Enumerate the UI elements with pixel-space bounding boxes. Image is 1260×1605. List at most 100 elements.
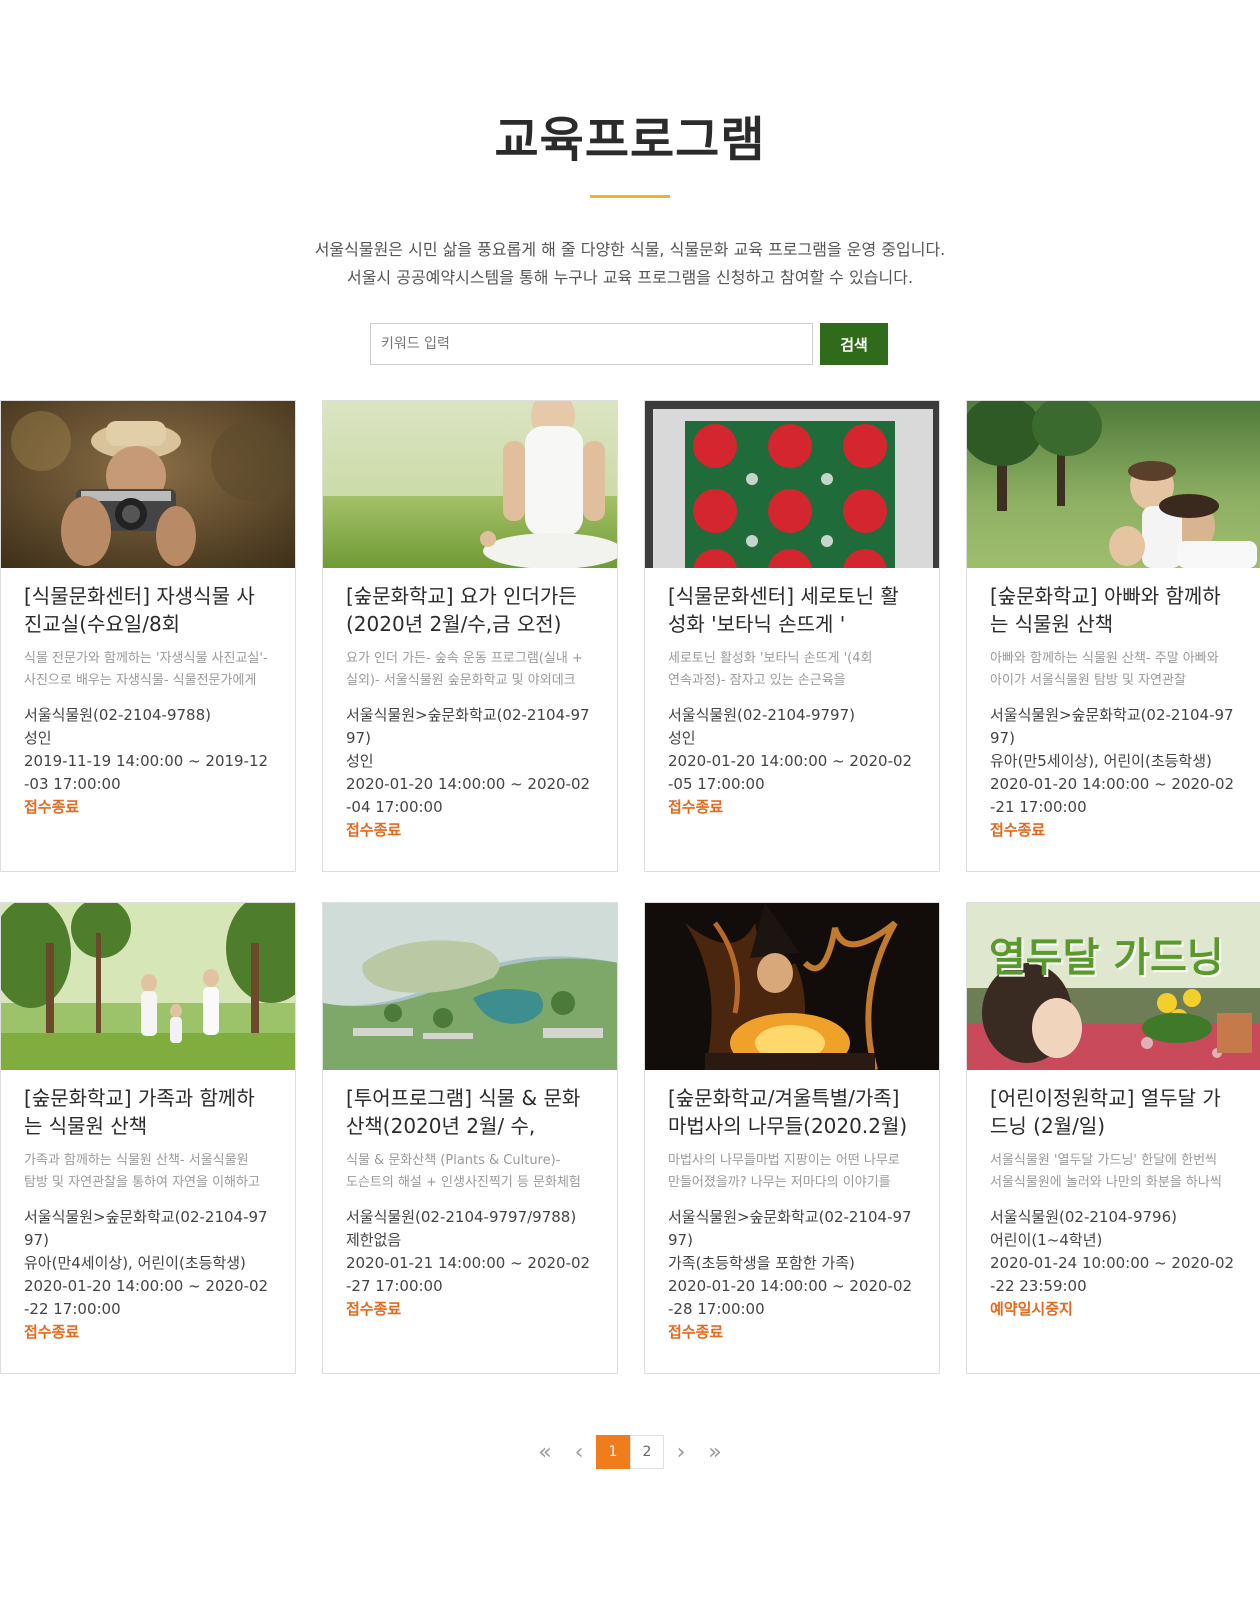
program-meta: 서울식물원>숲문화학교(02-2104-9797) 유아(만4세이상), 어린이… [24,1206,272,1344]
program-thumbnail[interactable] [645,401,939,568]
program-target: 성인 [346,752,374,770]
program-status: 접수종료 [668,1323,724,1341]
program-target: 유아(만4세이상), 어린이(초등학생) [24,1254,246,1272]
program-info: [투어프로그램] 식물 & 문화산책(2020년 2월/ 수, 식물 & 문화산… [323,1070,617,1321]
search-bar: 검색 [370,323,888,365]
search-button[interactable]: 검색 [820,323,888,365]
program-info: [숲문화학교] 요가 인더가든 (2020년 2월/수,금 오전) 요가 인더 … [323,568,617,842]
intro-line-2: 서울시 공공예약시스템을 통해 누구나 교육 프로그램을 신청하고 참여할 수 … [346,268,914,287]
park-aerial-view-photo [323,903,617,1070]
program-thumbnail[interactable] [645,903,939,1070]
program-thumbnail[interactable] [323,401,617,568]
program-target: 성인 [668,729,696,747]
program-thumbnail[interactable]: 열두달 가드닝 [967,903,1260,1070]
page-number[interactable]: 2 [630,1435,664,1469]
program-description-line: 식물 & 문화산책 (Plants & Culture)- [346,1153,561,1168]
program-description-line: 식물 전문가와 함께하는 '자생식물 사진교실'- [24,651,268,666]
program-status: 접수종료 [24,798,80,816]
program-period: 2020-01-20 14:00:00 ~ 2020-02-21 17:00:0… [990,775,1235,816]
program-description-line: 세로토닌 활성화 '보타닉 손뜨게 '(4회 [668,651,873,666]
program-card[interactable]: [숲문화학교] 요가 인더가든 (2020년 2월/수,금 오전) 요가 인더 … [322,400,618,872]
program-description-line: 서울식물원에 놀러와 나만의 화분을 하나씩 [990,1175,1222,1190]
program-card[interactable]: [숲문화학교] 가족과 함께하는 식물원 산책 가족과 함께하는 식물원 산책-… [0,902,296,1374]
program-contact: 서울식물원(02-2104-9796) [990,1208,1177,1226]
program-meta: 서울식물원(02-2104-9796) 어린이(1~4학년) 2020-01-2… [990,1206,1238,1321]
program-title[interactable]: [숲문화학교/겨울특별/가족] 마법사의 나무들(2020.2월) [668,1084,916,1140]
program-period: 2019-11-19 14:00:00 ~ 2019-12-03 17:00:0… [24,752,269,793]
program-thumbnail[interactable] [1,401,295,568]
program-period: 2020-01-20 14:00:00 ~ 2020-02-22 17:00:0… [24,1277,269,1318]
program-meta: 서울식물원>숲문화학교(02-2104-9797) 성인 2020-01-20 … [346,704,594,842]
yoga-on-grass-photo [323,401,617,568]
search-input[interactable] [370,323,813,365]
program-card[interactable]: 열두달 가드닝 [어린이정원학교] 열두달 가드닝 (2월/일) 서울식물원 '… [966,902,1260,1374]
program-status: 접수종료 [24,1323,80,1341]
program-description-line: 만들어졌을까? 나무는 저마다의 이야기를 [668,1175,891,1190]
program-description: 마법사의 나무들마법 지팡이는 어떤 나무로 만들어졌을까? 나무는 저마다의 … [668,1150,916,1194]
program-title[interactable]: [어린이정원학교] 열두달 가드닝 (2월/일) [990,1084,1238,1140]
program-contact: 서울식물원>숲문화학교(02-2104-9797) [990,706,1234,747]
program-title[interactable]: [식물문화센터] 세로토닌 활성화 '보타닉 손뜨게 ' [668,582,916,638]
last-page-icon[interactable]: » [698,1435,732,1469]
program-description-line: 사진으로 배우는 자생식물- 식물전문가에게 [24,673,257,688]
program-card[interactable]: [식물문화센터] 자생식물 사진교실(수요일/8회 식물 전문가와 함께하는 '… [0,400,296,872]
next-page-icon[interactable]: › [664,1435,698,1469]
program-card[interactable]: [숲문화학교/겨울특별/가족] 마법사의 나무들(2020.2월) 마법사의 나… [644,902,940,1374]
program-contact: 서울식물원>숲문화학교(02-2104-9797) [346,706,590,747]
pagination: « ‹ 1 2 › » [0,1435,1260,1469]
father-and-kids-photo [967,401,1260,568]
program-description: 식물 & 문화산책 (Plants & Culture)- 도슨트의 해설 + … [346,1150,594,1194]
program-card[interactable]: [식물문화센터] 세로토닌 활성화 '보타닉 손뜨게 ' 세로토닌 활성화 '보… [644,400,940,872]
program-period: 2020-01-21 14:00:00 ~ 2020-02-27 17:00:0… [346,1254,591,1295]
program-target: 제한없음 [346,1231,402,1249]
program-description-line: 마법사의 나무들마법 지팡이는 어떤 나무로 [668,1153,900,1168]
program-info: [숲문화학교/겨울특별/가족] 마법사의 나무들(2020.2월) 마법사의 나… [645,1070,939,1344]
page-number-current[interactable]: 1 [596,1435,630,1469]
program-target: 유아(만5세이상), 어린이(초등학생) [990,752,1212,770]
program-contact: 서울식물원(02-2104-9797/9788) [346,1208,577,1226]
first-page-icon[interactable]: « [528,1435,562,1469]
program-info: [숲문화학교] 아빠와 함께하는 식물원 산책 아빠와 함께하는 식물원 산책-… [967,568,1260,842]
program-info: [식물문화센터] 자생식물 사진교실(수요일/8회 식물 전문가와 함께하는 '… [1,568,295,819]
wizard-fire-photo [645,903,939,1070]
program-period: 2020-01-20 14:00:00 ~ 2020-02-04 17:00:0… [346,775,591,816]
page-title: 교육프로그램 [494,112,766,168]
program-meta: 서울식물원(02-2104-9797/9788) 제한없음 2020-01-21… [346,1206,594,1321]
prev-page-icon[interactable]: ‹ [562,1435,596,1469]
program-status: 접수종료 [346,821,402,839]
program-status: 접수종료 [668,798,724,816]
program-title[interactable]: [숲문화학교] 아빠와 함께하는 식물원 산책 [990,582,1238,638]
program-period: 2020-01-20 14:00:00 ~ 2020-02-28 17:00:0… [668,1277,913,1318]
intro-line-1: 서울식물원은 시민 삶을 풍요롭게 해 줄 다양한 식물, 식물문화 교육 프로… [314,240,946,259]
program-description-line: 요가 인더 가든- 숲속 운동 프로그램(실내 + [346,651,583,666]
program-status: 접수종료 [990,821,1046,839]
program-description-line: 가족과 함께하는 식물원 산책- 서울식물원 [24,1153,249,1168]
program-meta: 서울식물원>숲문화학교(02-2104-9797) 가족(초등학생을 포함한 가… [668,1206,916,1344]
program-period: 2020-01-20 14:00:00 ~ 2020-02-05 17:00:0… [668,752,913,793]
program-description: 아빠와 함께하는 식물원 산책- 주말 아빠와 아이가 서울식물원 탐방 및 자… [990,648,1238,692]
program-description-line: 서울식물원 '열두달 가드닝' 한달에 한번씩 [990,1153,1217,1168]
program-thumbnail[interactable] [1,903,295,1070]
program-description-line: 연속과정)- 잠자고 있는 손근육을 [668,673,846,688]
program-thumbnail[interactable] [323,903,617,1070]
program-thumbnail[interactable] [967,401,1260,568]
program-title[interactable]: [식물문화센터] 자생식물 사진교실(수요일/8회 [24,582,272,638]
program-status: 예약일시중지 [990,1300,1073,1318]
program-status: 접수종료 [346,1300,402,1318]
program-meta: 서울식물원>숲문화학교(02-2104-9797) 유아(만5세이상), 어린이… [990,704,1238,842]
program-title[interactable]: [숲문화학교] 요가 인더가든 (2020년 2월/수,금 오전) [346,582,594,638]
program-card[interactable]: [투어프로그램] 식물 & 문화산책(2020년 2월/ 수, 식물 & 문화산… [322,902,618,1374]
program-contact: 서울식물원>숲문화학교(02-2104-9797) [24,1208,268,1249]
family-forest-walk-photo [1,903,295,1070]
program-title[interactable]: [투어프로그램] 식물 & 문화산책(2020년 2월/ 수, [346,1084,594,1140]
program-description-line: 도슨트의 해설 + 인생사진찍기 등 문화체험 [346,1175,581,1190]
program-description-line: 실외)- 서울식물원 숲문화학교 및 야외데크 [346,673,576,688]
title-underline [590,195,670,198]
program-title[interactable]: [숲문화학교] 가족과 함께하는 식물원 산책 [24,1084,272,1140]
intro-text: 서울식물원은 시민 삶을 풍요롭게 해 줄 다양한 식물, 식물문화 교육 프로… [0,236,1260,292]
program-card[interactable]: [숲문화학교] 아빠와 함께하는 식물원 산책 아빠와 함께하는 식물원 산책-… [966,400,1260,872]
program-target: 어린이(1~4학년) [990,1231,1103,1249]
program-target: 가족(초등학생을 포함한 가족) [668,1254,855,1272]
image-caption: 열두달 가드닝 [989,935,1224,981]
program-description: 서울식물원 '열두달 가드닝' 한달에 한번씩 서울식물원에 놀러와 나만의 화… [990,1150,1238,1194]
